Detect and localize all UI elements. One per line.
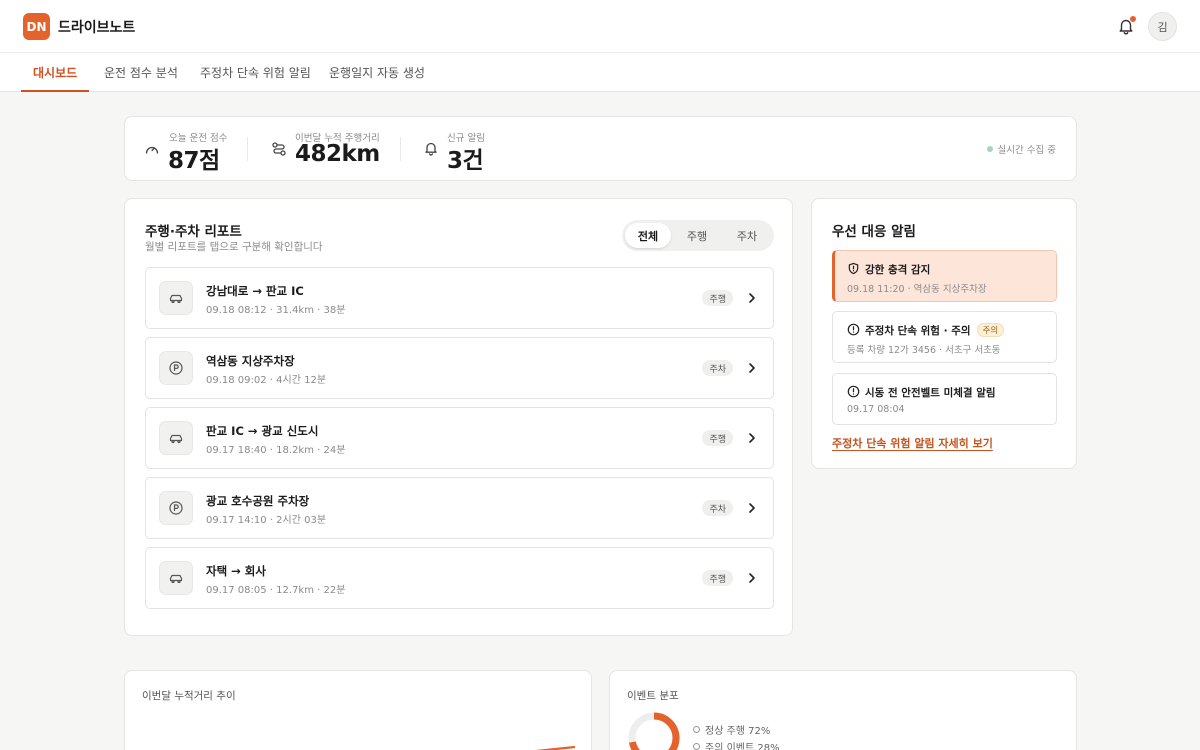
user-avatar[interactable]: 김: [1148, 12, 1177, 41]
nav-tab-driving-score[interactable]: 운전 점수 분석: [104, 53, 178, 92]
stat-value-distance: 482km: [295, 141, 380, 167]
report-item-badge: 주행: [702, 290, 733, 306]
alert-title-text: 시동 전 안전벨트 미체결 알림: [865, 387, 996, 399]
alert-circle-icon: [847, 323, 860, 336]
chevron-right-icon[interactable]: [745, 431, 759, 445]
alert-circle-icon: [847, 385, 860, 398]
report-item[interactable]: 판교 IC → 광교 신도시 09.17 18:40 · 18.2km · 24…: [145, 407, 774, 469]
alert-meta: 09.18 11:20 · 역삼동 지상주차장: [847, 284, 987, 295]
report-item-meta: 09.17 18:40 · 18.2km · 24분: [206, 445, 346, 456]
report-subtitle: 월별 리포트를 탭으로 구분해 확인합니다: [145, 241, 323, 253]
report-item-meta: 09.18 09:02 · 4시간 12분: [206, 375, 327, 386]
chevron-right-icon[interactable]: [745, 291, 759, 305]
filter-tab-all[interactable]: 전체: [625, 223, 671, 248]
event-chart-card: 이벤트 분포 정상 주행 72% 주의 이벤트 28%: [609, 670, 1077, 750]
report-item-badge: 주행: [702, 570, 733, 586]
parking-icon: [159, 491, 193, 525]
alert-title: 강한 충격 감지: [865, 262, 930, 277]
car-icon: [159, 421, 193, 455]
report-item-meta: 09.17 08:05 · 12.7km · 22분: [206, 585, 346, 596]
report-item-meta: 09.17 14:10 · 2시간 03분: [206, 515, 327, 526]
alerts-title: 우선 대응 알림: [832, 224, 916, 240]
live-dot: [986, 146, 993, 152]
stat-value-score: 87점: [168, 148, 220, 174]
distance-chart-card: 이번달 누적거리 추이: [124, 670, 592, 750]
parking-icon: [159, 351, 193, 385]
legend-dot: [693, 726, 700, 733]
alert-meta: 등록 차량 12가 3456 · 서초구 서초동: [847, 345, 1001, 356]
report-item-meta: 09.18 08:12 · 31.4km · 38분: [206, 305, 346, 316]
chevron-right-icon[interactable]: [745, 501, 759, 515]
app-logo[interactable]: DN: [23, 13, 50, 40]
bell-icon: [425, 142, 437, 156]
report-item[interactable]: 광교 호수공원 주차장 09.17 14:10 · 2시간 03분 주차: [145, 477, 774, 539]
alert-title: 시동 전 안전벨트 미체결 알림: [865, 385, 996, 400]
report-item[interactable]: 강남대로 → 판교 IC 09.18 08:12 · 31.4km · 38분 …: [145, 267, 774, 329]
main-nav: 대시보드 운전 점수 분석 주정차 단속 위험 알림 운행일지 자동 생성: [0, 53, 1200, 92]
legend-dot: [693, 743, 700, 750]
route-icon: [272, 142, 286, 156]
gauge-icon: [145, 146, 159, 154]
filter-tab-drive[interactable]: 주행: [674, 223, 720, 248]
alert-item[interactable]: 주정차 단속 위험 · 주의 주의 등록 차량 12가 3456 · 서초구 서초…: [832, 311, 1057, 363]
legend-item-normal: 정상 주행 72%: [693, 722, 770, 737]
notification-dot: [1130, 16, 1136, 22]
nav-tab-dashboard[interactable]: 대시보드: [20, 53, 90, 92]
report-item-title: 강남대로 → 판교 IC: [206, 284, 304, 298]
report-item-badge: 주차: [702, 500, 733, 516]
live-label: 실시간 수집 중: [997, 145, 1056, 156]
legend-label: 주의 이벤트 28%: [705, 743, 780, 750]
distance-line-chart: [535, 745, 576, 750]
legend-item-caution: 주의 이벤트 28%: [693, 739, 780, 750]
report-item[interactable]: 역삼동 지상주차장 09.18 09:02 · 4시간 12분 주차: [145, 337, 774, 399]
car-icon: [159, 281, 193, 315]
report-item-badge: 주차: [702, 360, 733, 376]
top-bar: DN 드라이브노트 김: [0, 0, 1200, 53]
report-filter-tabs: 전체 주행 주차: [622, 220, 774, 251]
caution-badge: 주의: [976, 323, 1005, 337]
event-donut-chart: [628, 712, 680, 750]
legend-label: 정상 주행 72%: [705, 726, 771, 737]
live-indicator: 실시간 수집 중: [986, 142, 1056, 156]
filter-tab-park[interactable]: 주차: [724, 223, 770, 248]
alert-title: 주정차 단속 위험 · 주의 주의: [865, 323, 1005, 338]
report-item-title: 판교 IC → 광교 신도시: [206, 424, 319, 438]
report-item-title: 자택 → 회사: [206, 564, 266, 578]
alert-title-text: 강한 충격 감지: [865, 264, 931, 276]
alert-meta: 09.17 08:04: [847, 404, 905, 415]
report-card: 주행·주차 리포트 월별 리포트를 탭으로 구분해 확인합니다 전체 주행 주차…: [124, 198, 793, 636]
shield-alert-icon: [848, 262, 859, 275]
alert-item[interactable]: 시동 전 안전벨트 미체결 알림 09.17 08:04: [832, 373, 1057, 425]
chevron-right-icon[interactable]: [745, 361, 759, 375]
report-item-title: 역삼동 지상주차장: [206, 354, 295, 368]
nav-tab-parking-alert[interactable]: 주정차 단속 위험 알림: [200, 53, 311, 92]
alert-title-text: 주정차 단속 위험 · 주의: [865, 325, 971, 337]
chevron-right-icon[interactable]: [745, 571, 759, 585]
stat-divider: [400, 137, 401, 161]
parking-alert-detail-link[interactable]: 주정차 단속 위험 알림 자세히 보기: [832, 435, 993, 451]
nav-tab-driving-log[interactable]: 운행일지 자동 생성: [329, 53, 425, 92]
stat-divider: [247, 137, 248, 161]
stat-value-alerts: 3건: [447, 148, 484, 174]
brand-name[interactable]: 드라이브노트: [58, 17, 135, 37]
report-item-badge: 주행: [702, 430, 733, 446]
priority-alerts-card: 우선 대응 알림 강한 충격 감지 09.18 11:20 · 역삼동 지상주차…: [811, 198, 1077, 469]
car-icon: [159, 561, 193, 595]
report-title: 주행·주차 리포트: [145, 224, 242, 240]
distance-chart-title: 이번달 누적거리 추이: [142, 690, 236, 702]
report-item-title: 광교 호수공원 주차장: [206, 494, 310, 508]
alert-item[interactable]: 강한 충격 감지 09.18 11:20 · 역삼동 지상주차장: [832, 250, 1057, 302]
stats-card: 오늘 운전 점수 87점 이번달 누적 주행거리 482km 신규 알림 3건 …: [124, 116, 1077, 181]
report-item[interactable]: 자택 → 회사 09.17 08:05 · 12.7km · 22분 주행: [145, 547, 774, 609]
event-chart-title: 이벤트 분포: [627, 690, 679, 702]
